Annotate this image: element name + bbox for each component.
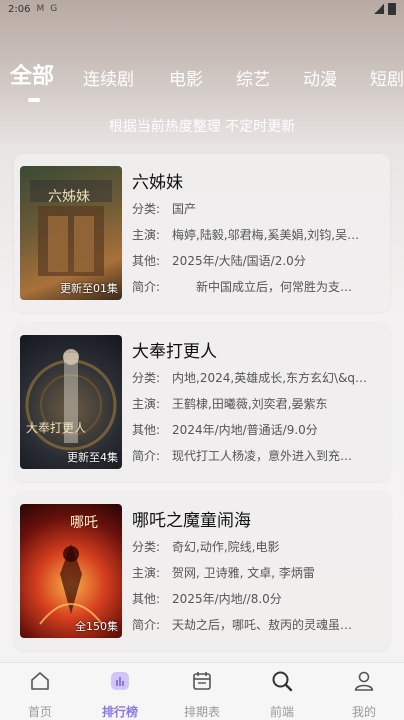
ranking-icon xyxy=(108,669,132,693)
nav-home[interactable]: 首页 xyxy=(10,669,70,720)
cast-row: 主演: 王鹤棣,田曦薇,刘奕君,晏紫东 xyxy=(132,397,328,411)
cast-row: 主演: 贺网, 卫诗雅, 文卓, 李炳雷 xyxy=(132,566,315,580)
poster-image: 六姊妹 更新至01集 xyxy=(20,166,122,300)
nav-profile-label: 我的 xyxy=(351,705,376,719)
drama-card[interactable]: 大奉打更人 更新至4集 大奉打更人 分类: 内地,2024,英雄成长,东方玄幻\… xyxy=(14,323,390,481)
search-icon xyxy=(270,669,294,693)
profile-icon xyxy=(352,669,376,693)
tab-short-drama[interactable]: 短剧 xyxy=(370,65,404,90)
category-row: 分类: 奇幻,动作,院线,电影 xyxy=(132,540,280,554)
drama-card[interactable]: 六姊妹 更新至01集 六姊妹 分类: 国产 主演: 梅婷,陆毅,邬君梅,奚美娟,… xyxy=(14,154,390,312)
card-title: 六姊妹 xyxy=(132,173,183,193)
poster-title: 哪吒 xyxy=(70,515,98,531)
tab-series[interactable]: 连续剧 xyxy=(83,65,134,90)
google-icon: G xyxy=(50,4,58,14)
bottom-nav: 首页 排行榜 排期表 前端 我的 xyxy=(0,662,404,720)
intro-row: 简介: 现代打工人杨凌，意外进入到充… xyxy=(132,449,353,463)
nav-home-label: 首页 xyxy=(27,705,52,719)
nav-schedule[interactable]: 排期表 xyxy=(172,669,232,720)
status-time: 2:06 xyxy=(8,3,31,15)
nav-ranking-label: 排行榜 xyxy=(101,705,138,719)
card-title: 哪吒之魔童闹海 xyxy=(132,511,251,531)
nav-search-label: 前端 xyxy=(269,705,294,719)
battery-icon xyxy=(388,3,396,15)
status-bar: 2:06 M G xyxy=(0,0,404,18)
category-row: 分类: 国产 xyxy=(132,202,197,216)
mail-icon: M xyxy=(36,4,45,14)
nav-profile[interactable]: 我的 xyxy=(334,669,394,720)
nav-search[interactable]: 前端 xyxy=(252,669,312,720)
episode-badge: 更新至4集 xyxy=(67,451,118,464)
category-row: 分类: 内地,2024,英雄成长,东方玄幻\&q… xyxy=(132,371,368,385)
info-row: 其他: 2024年/内地/普通话/9.0分 xyxy=(132,423,318,437)
drama-card[interactable]: 哪吒 全150集 哪吒之魔童闹海 分类: 奇幻,动作,院线,电影 主演: 贺网,… xyxy=(14,492,390,650)
tab-indicator xyxy=(28,98,40,102)
tab-all[interactable]: 全部 xyxy=(10,58,54,90)
home-icon xyxy=(28,669,52,693)
episode-badge: 更新至01集 xyxy=(60,282,118,295)
signal-icon xyxy=(374,4,384,14)
episode-badge: 全150集 xyxy=(75,620,118,633)
tab-anime[interactable]: 动漫 xyxy=(303,65,337,90)
intro-row: 简介: 天劫之后，哪吒、敖丙的灵魂虽… xyxy=(132,618,353,632)
calendar-icon xyxy=(190,669,214,693)
poster-title: 大奉打更人 xyxy=(26,421,87,435)
category-tabs: 全部 连续剧 电影 综艺 动漫 短剧 xyxy=(0,62,404,98)
cast-row: 主演: 梅婷,陆毅,邬君梅,奚美娟,刘钧,吴… xyxy=(132,228,360,242)
page-subtitle: 根据当前热度整理 不定时更新 xyxy=(108,119,296,135)
tab-variety[interactable]: 综艺 xyxy=(236,65,270,90)
info-row: 其他: 2025年/大陆/国语/2.0分 xyxy=(132,254,306,268)
card-title: 大奉打更人 xyxy=(132,342,217,362)
tab-movies[interactable]: 电影 xyxy=(169,65,203,90)
poster-title: 六姊妹 xyxy=(48,189,90,205)
nav-ranking[interactable]: 排行榜 xyxy=(90,669,150,720)
info-row: 其他: 2025年/内地//8.0分 xyxy=(132,592,282,606)
intro-row: 简介: 新中国成立后，何常胜为支… xyxy=(132,280,353,294)
nav-schedule-label: 排期表 xyxy=(183,705,220,719)
poster-image: 哪吒 全150集 xyxy=(20,504,122,638)
poster-image: 大奉打更人 更新至4集 xyxy=(20,335,122,469)
